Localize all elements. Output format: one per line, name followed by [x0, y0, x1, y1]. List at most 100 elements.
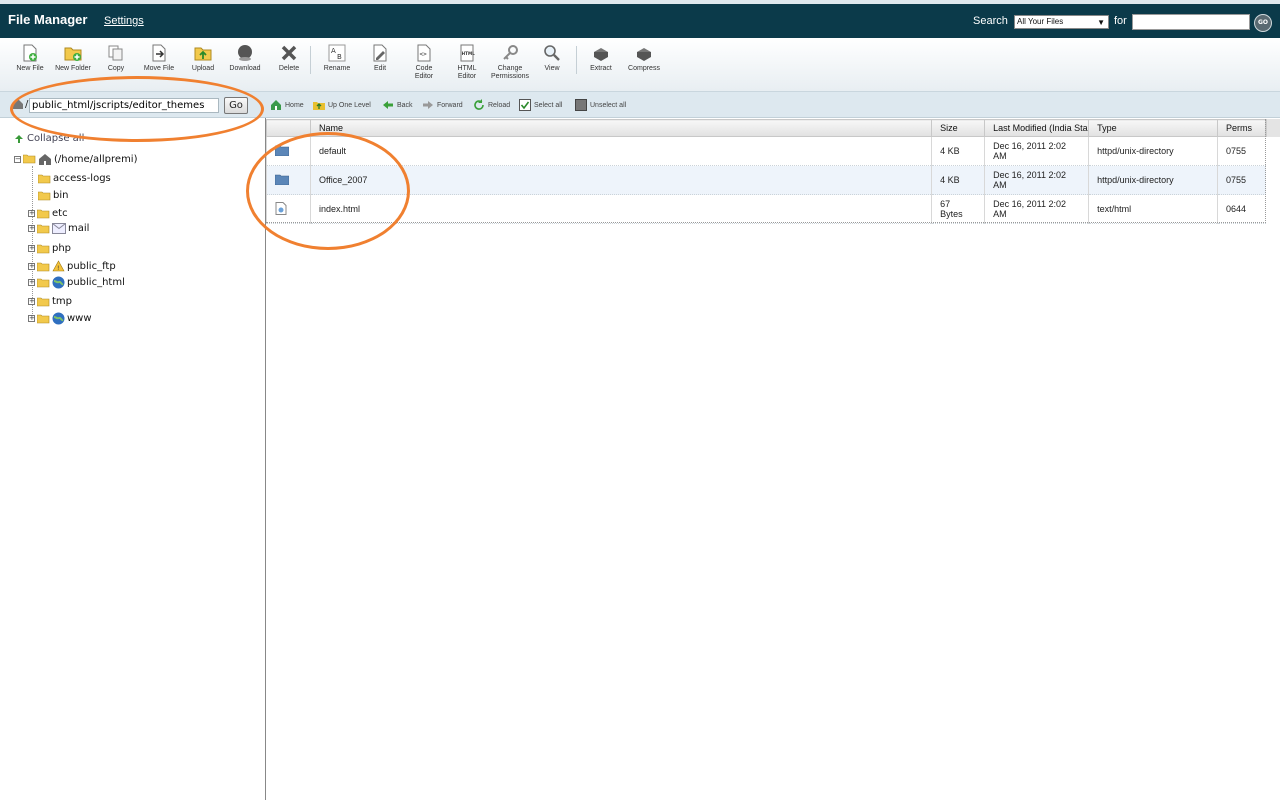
- html-editor-button[interactable]: HTML HTML Editor: [455, 44, 479, 81]
- file-table: Name Size Last Modified (India Sta Type …: [266, 119, 1267, 224]
- home-icon: [13, 99, 23, 109]
- new-folder-button[interactable]: New Folder: [53, 44, 93, 73]
- code-editor-button[interactable]: <> Code Editor: [411, 44, 437, 81]
- nav-home-button[interactable]: Home: [270, 99, 304, 111]
- svg-text:A: A: [331, 47, 336, 55]
- new-file-button[interactable]: New File: [14, 44, 46, 73]
- copy-icon: [108, 45, 123, 61]
- collapse-all-link[interactable]: Collapse all: [14, 133, 84, 144]
- nav-up-button[interactable]: Up One Level: [313, 99, 371, 111]
- tree-item-www[interactable]: + www: [28, 312, 92, 325]
- globe-icon: [52, 276, 65, 289]
- globe-icon: [52, 312, 65, 325]
- tree-item-tmp[interactable]: + tmp: [28, 296, 72, 307]
- column-header-modified[interactable]: Last Modified (India Sta: [984, 119, 1090, 137]
- row-icon-cell: [266, 165, 311, 195]
- column-header-size[interactable]: Size: [931, 119, 986, 137]
- row-name[interactable]: index.html: [309, 194, 932, 224]
- row-size: 4 KB: [931, 165, 985, 195]
- tree-item-php[interactable]: + php: [28, 243, 71, 254]
- folder-icon: [37, 314, 50, 323]
- table-row[interactable]: default 4 KB Dec 16, 2011 2:02 AM httpd/u…: [266, 136, 1266, 166]
- search-scope-select[interactable]: All Your Files ▼: [1014, 15, 1109, 29]
- row-type: httpd/unix-directory: [1088, 165, 1218, 195]
- expand-toggle-icon[interactable]: +: [28, 298, 35, 305]
- chevron-down-icon: ▼: [1097, 18, 1105, 27]
- path-go-button[interactable]: Go: [224, 97, 248, 114]
- expand-toggle-icon[interactable]: +: [28, 225, 35, 232]
- column-header-icon[interactable]: [266, 119, 311, 137]
- nav-reload-button[interactable]: Reload: [473, 99, 510, 111]
- tree-item-etc[interactable]: + etc: [28, 208, 68, 219]
- new-file-icon: [23, 44, 37, 62]
- upload-button[interactable]: Upload: [190, 44, 216, 73]
- tree-root[interactable]: − (/home/allpremi): [14, 153, 138, 165]
- nav-select-all-button[interactable]: Select all: [519, 99, 562, 111]
- view-button[interactable]: View: [541, 44, 563, 73]
- expand-toggle-icon[interactable]: +: [28, 279, 35, 286]
- envelope-icon: [52, 223, 66, 234]
- move-file-button[interactable]: Move File: [141, 44, 177, 73]
- folder-icon: [38, 191, 51, 200]
- checkbox-empty-icon: [575, 99, 587, 111]
- folder-icon: [37, 297, 50, 306]
- expand-toggle-icon[interactable]: +: [28, 315, 35, 322]
- table-row[interactable]: Office_2007 4 KB Dec 16, 2011 2:02 AM htt…: [266, 165, 1266, 195]
- compress-button[interactable]: Compress: [625, 44, 663, 73]
- edit-icon: [373, 44, 387, 62]
- row-icon-cell: [266, 194, 311, 224]
- copy-button[interactable]: Copy: [104, 44, 128, 73]
- extract-icon: [594, 48, 608, 61]
- nav-unselect-all-button[interactable]: Unselect all: [575, 99, 626, 111]
- nav-forward-button[interactable]: Forward: [422, 99, 463, 111]
- collapse-toggle-icon[interactable]: −: [14, 155, 21, 163]
- home-icon: [271, 100, 281, 110]
- toolbar: New File New Folder Copy Move File Uploa…: [0, 38, 1280, 92]
- tree-item-public-ftp[interactable]: + ! public_ftp: [28, 260, 116, 273]
- svg-text:<>: <>: [420, 51, 428, 58]
- search-input[interactable]: [1132, 14, 1250, 30]
- tree-item-public-html[interactable]: + public_html: [28, 276, 125, 289]
- settings-link[interactable]: Settings: [104, 15, 144, 27]
- folder-icon: [37, 209, 50, 218]
- expand-toggle-icon[interactable]: +: [28, 245, 35, 252]
- rename-button[interactable]: AB Rename: [322, 44, 352, 73]
- tree-item-mail[interactable]: + mail: [28, 223, 89, 234]
- tree-item-bin[interactable]: bin: [38, 190, 68, 201]
- download-button[interactable]: Download: [228, 44, 262, 73]
- svg-text:HTML: HTML: [462, 51, 476, 56]
- row-name[interactable]: Office_2007: [309, 165, 932, 195]
- top-bar: File Manager Settings Search All Your Fi…: [0, 0, 1280, 38]
- column-header-name[interactable]: Name: [309, 119, 933, 137]
- change-permissions-button[interactable]: Change Permissions: [489, 44, 531, 81]
- code-editor-icon: <>: [417, 44, 431, 62]
- checkbox-checked-icon: [519, 99, 531, 111]
- edit-button[interactable]: Edit: [370, 44, 390, 73]
- arrow-right-icon: [423, 101, 433, 109]
- search-label: Search: [973, 15, 1008, 27]
- column-header-perms[interactable]: Perms: [1216, 119, 1267, 137]
- extract-button[interactable]: Extract: [587, 44, 615, 73]
- upload-icon: [194, 47, 212, 61]
- search-scope-value: All Your Files: [1017, 17, 1064, 26]
- column-header-type[interactable]: Type: [1088, 119, 1218, 137]
- table-row[interactable]: index.html 67 Bytes Dec 16, 2011 2:02 AM t…: [266, 194, 1266, 224]
- reload-icon: [474, 99, 484, 110]
- folder-icon: [37, 244, 50, 253]
- row-perms: 0755: [1216, 165, 1266, 195]
- row-name[interactable]: default: [309, 136, 932, 166]
- nav-back-button[interactable]: Back: [382, 99, 413, 111]
- new-folder-icon: [64, 47, 82, 61]
- svg-text:B: B: [337, 53, 342, 61]
- row-size: 4 KB: [931, 136, 985, 166]
- tree-item-access-logs[interactable]: access-logs: [38, 173, 111, 184]
- path-root-slash: /: [25, 99, 29, 110]
- row-type: text/html: [1088, 194, 1218, 224]
- path-input[interactable]: [29, 98, 219, 113]
- arrow-left-icon: [383, 101, 393, 109]
- folder-icon: [37, 278, 50, 287]
- expand-toggle-icon[interactable]: +: [28, 263, 35, 270]
- expand-toggle-icon[interactable]: +: [28, 210, 35, 217]
- search-go-button[interactable]: GO: [1254, 14, 1272, 32]
- delete-button[interactable]: Delete: [277, 44, 301, 73]
